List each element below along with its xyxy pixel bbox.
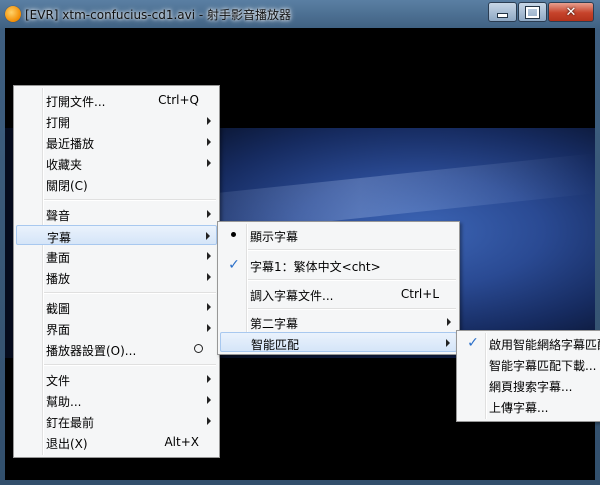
menu-item-subtitle-track-1[interactable]: ✓ 字幕1：繁体中文<cht> — [220, 255, 457, 275]
menu-item-label: 調入字幕文件... — [250, 289, 334, 303]
menu-separator — [248, 249, 456, 251]
submenu-arrow-icon — [207, 210, 211, 218]
menu-item-label: 最近播放 — [46, 137, 95, 151]
submenu-arrow-icon — [207, 324, 211, 332]
menu-item-subtitles[interactable]: 字幕 — [16, 225, 217, 245]
app-icon[interactable] — [5, 6, 21, 22]
menu-item-show-subtitles[interactable]: 顯示字幕 — [220, 225, 457, 245]
subtitle-submenu: 顯示字幕 ✓ 字幕1：繁体中文<cht> 調入字幕文件... Ctrl+L 第二… — [217, 221, 460, 355]
menu-item-label: 字幕 — [47, 231, 72, 245]
submenu-arrow-icon — [207, 273, 211, 281]
menu-item-screenshot[interactable]: 截圖 — [16, 297, 217, 317]
menu-item-always-on-top[interactable]: 釘在最前 — [16, 411, 217, 431]
menu-item-web-search[interactable]: 網頁搜索字幕... — [459, 375, 600, 395]
menu-item-label: 播放器設置(O)... — [46, 344, 137, 358]
checkmark-icon: ✓ — [228, 257, 240, 273]
menu-item-label: 第二字幕 — [250, 317, 299, 331]
menu-item-label: 畫面 — [46, 251, 71, 265]
close-button[interactable]: ✕ — [548, 2, 594, 22]
submenu-arrow-icon — [206, 232, 210, 240]
menu-item-shortcut: Ctrl+L — [400, 287, 439, 301]
submenu-arrow-icon — [207, 375, 211, 383]
menu-item-help[interactable]: 幫助... — [16, 390, 217, 410]
menu-item-label: 文件 — [46, 374, 71, 388]
menu-item-label: 播放 — [46, 272, 71, 286]
submenu-arrow-icon — [207, 252, 211, 260]
close-icon: ✕ — [565, 4, 577, 20]
menu-separator — [248, 308, 456, 310]
maximize-button[interactable] — [518, 2, 547, 22]
menu-item-upload-subtitle[interactable]: 上傳字幕... — [459, 396, 600, 416]
menu-item-label: 啟用智能網絡字幕匹配 — [489, 338, 600, 352]
menu-separator — [248, 279, 456, 281]
menu-item-favorites[interactable]: 收藏夹 — [16, 153, 217, 173]
menu-item-label: 聲音 — [46, 209, 71, 223]
submenu-arrow-icon — [207, 396, 211, 404]
menu-item-settings[interactable]: 播放器設置(O)... — [16, 339, 217, 359]
menu-item-label: 打開 — [46, 116, 71, 130]
menu-item-play[interactable]: 播放 — [16, 267, 217, 287]
submenu-arrow-icon — [447, 318, 451, 326]
menu-item-label: 字幕1：繁体中文<cht> — [250, 260, 381, 274]
menu-item-enable-smart-match[interactable]: ✓ 啟用智能網絡字幕匹配 — [459, 333, 600, 353]
menu-item-label: 打開文件... — [46, 95, 106, 109]
menu-item-shortcut: Alt+X — [164, 435, 199, 449]
smart-match-submenu: ✓ 啟用智能網絡字幕匹配 智能字幕匹配下載... 網頁搜索字幕... 上傳字幕.… — [456, 330, 600, 422]
menu-item-label: 收藏夹 — [46, 158, 83, 172]
submenu-arrow-icon — [207, 159, 211, 167]
submenu-arrow-icon — [446, 339, 450, 347]
menu-item-label: 關閉(C) — [46, 179, 88, 193]
menu-item-label: 界面 — [46, 323, 71, 337]
submenu-arrow-icon — [207, 303, 211, 311]
menu-separator — [44, 199, 216, 201]
submenu-arrow-icon — [207, 117, 211, 125]
menu-item-close[interactable]: 關閉(C) — [16, 174, 217, 194]
menu-item-file[interactable]: 文件 — [16, 369, 217, 389]
menu-item-second-subtitle[interactable]: 第二字幕 — [220, 312, 457, 332]
menu-item-label: 釘在最前 — [46, 416, 95, 430]
menu-item-video[interactable]: 畫面 — [16, 246, 217, 266]
menu-item-audio[interactable]: 聲音 — [16, 204, 217, 224]
minimize-icon — [497, 12, 508, 18]
maximize-icon — [525, 5, 540, 19]
settings-circle-icon — [194, 344, 203, 353]
title-bar[interactable]: [EVR] xtm-confucius-cd1.avi - 射手影音播放器 ✕ — [0, 0, 600, 28]
menu-item-label: 智能匹配 — [251, 338, 300, 352]
checkmark-icon: ✓ — [467, 335, 479, 351]
menu-item-label: 截圖 — [46, 302, 71, 316]
minimize-button[interactable] — [488, 2, 517, 22]
menu-item-load-subtitle[interactable]: 調入字幕文件... Ctrl+L — [220, 284, 457, 304]
submenu-arrow-icon — [207, 138, 211, 146]
menu-separator — [44, 364, 216, 366]
menu-item-label: 退出(X) — [46, 437, 88, 451]
radio-dot-icon — [231, 232, 236, 237]
submenu-arrow-icon — [207, 417, 211, 425]
menu-item-label: 顯示字幕 — [250, 230, 299, 244]
menu-item-exit[interactable]: 退出(X) Alt+X — [16, 432, 217, 452]
context-menu: 打開文件... Ctrl+Q 打開 最近播放 收藏夹 關閉(C) 聲音 字幕 畫… — [13, 85, 220, 458]
menu-separator — [44, 292, 216, 294]
menu-item-label: 上傳字幕... — [489, 401, 549, 415]
menu-item-label: 網頁搜索字幕... — [489, 380, 573, 394]
caption-buttons: ✕ — [487, 2, 594, 22]
menu-item-open[interactable]: 打開 — [16, 111, 217, 131]
menu-item-recent[interactable]: 最近播放 — [16, 132, 217, 152]
menu-item-interface[interactable]: 界面 — [16, 318, 217, 338]
window-title: [EVR] xtm-confucius-cd1.avi - 射手影音播放器 — [25, 8, 292, 22]
menu-item-smart-download[interactable]: 智能字幕匹配下載... — [459, 354, 600, 374]
menu-item-smart-match[interactable]: 智能匹配 — [220, 332, 457, 352]
menu-item-label: 智能字幕匹配下載... — [489, 359, 597, 373]
menu-item-shortcut: Ctrl+Q — [158, 93, 199, 107]
menu-item-label: 幫助... — [46, 395, 82, 409]
menu-item-open-file[interactable]: 打開文件... Ctrl+Q — [16, 90, 217, 110]
